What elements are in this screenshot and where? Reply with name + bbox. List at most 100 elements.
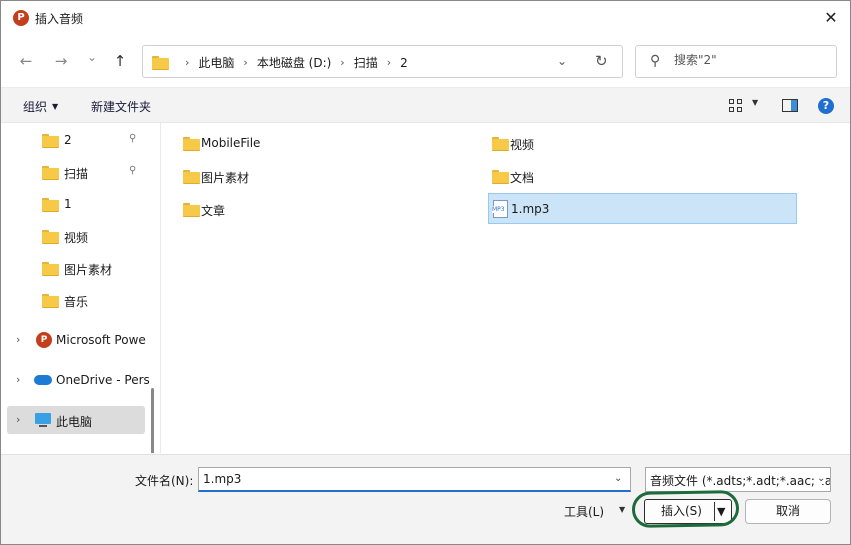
close-button[interactable]: ✕ (820, 7, 842, 29)
sidebar-item-network[interactable]: › 网络 (7, 446, 145, 453)
chevron-right-icon: › (16, 413, 21, 426)
sidebar-item-video[interactable]: 视频 (7, 222, 145, 250)
computer-icon (35, 413, 51, 427)
folder-icon (42, 230, 59, 244)
chevron-down-icon: ⌄ (814, 473, 826, 484)
grid-icon (729, 107, 734, 112)
folder-icon (183, 203, 200, 217)
list-item-selected[interactable]: 1.mp3 (488, 193, 797, 224)
up-button[interactable]: ↑ (109, 50, 131, 72)
navigation-pane: 2 ⚲ 扫描 ⚲ 1 视频 图片素材 音乐 › P Microsoft Powe (1, 123, 159, 453)
new-folder-button[interactable]: 新建文件夹 (91, 98, 151, 115)
file-name: 1.mp3 (511, 202, 550, 216)
caret-down-icon[interactable]: ▼ (717, 500, 725, 523)
forward-arrow-icon: → (54, 52, 68, 70)
tools-button[interactable]: 工具(L) (564, 503, 604, 520)
pin-icon: ⚲ (129, 133, 137, 144)
address-bar[interactable]: › 此电脑 › 本地磁盘 (D:) › 扫描 › 2 ⌄ ↻ (142, 45, 623, 78)
refresh-button[interactable]: ↻ (595, 52, 608, 70)
recent-locations-button[interactable]: ⌄ (81, 46, 103, 68)
folder-icon (42, 262, 59, 276)
folder-icon (183, 170, 200, 184)
chevron-right-icon: › (16, 373, 21, 386)
list-item[interactable]: 图片素材 (161, 161, 471, 192)
filename-field[interactable]: 1.mp3 ⌄ (198, 467, 631, 492)
sidebar-item-label: 音乐 (64, 295, 89, 309)
file-name: 文档 (510, 171, 535, 185)
search-box[interactable]: ⚲ (635, 45, 837, 78)
breadcrumb: › 此电脑 › 本地磁盘 (D:) › 扫描 › 2 (176, 54, 408, 71)
grid-icon (737, 107, 742, 112)
insert-label: 插入(S) (661, 504, 702, 518)
sidebar-item-this-pc[interactable]: › 此电脑 (7, 406, 145, 434)
organize-button[interactable]: 组织 ▼ (23, 98, 58, 115)
filename-label: 文件名(N): (135, 474, 194, 488)
list-item[interactable]: 视频 (470, 128, 780, 159)
powerpoint-icon: P (13, 10, 29, 26)
search-icon: ⚲ (650, 53, 661, 69)
address-dropdown-button[interactable]: ⌄ (557, 54, 567, 68)
back-arrow-icon: ← (19, 52, 33, 70)
file-name: 视频 (510, 138, 535, 152)
sidebar-item-music[interactable]: 音乐 (7, 286, 145, 314)
breadcrumb-this-pc[interactable]: 此电脑 (198, 54, 234, 71)
dialog-footer: 文件名(N): 1.mp3 ⌄ 音频文件 (*.adts;*.adt;*.aac… (1, 454, 850, 544)
sidebar-item-microsoft-powerpoint[interactable]: › P Microsoft Powe (7, 326, 146, 354)
folder-icon (42, 294, 59, 308)
grid-icon (729, 99, 734, 104)
file-name: MobileFile (201, 136, 261, 150)
list-item[interactable]: MobileFile (161, 128, 471, 159)
pin-icon: ⚲ (129, 165, 137, 176)
folder-icon (152, 56, 169, 70)
sidebar-item-scan[interactable]: 扫描 ⚲ (7, 158, 145, 186)
refresh-icon: ↻ (595, 52, 608, 70)
preview-pane-button[interactable] (782, 99, 798, 112)
sidebar-item-label: 1 (64, 197, 72, 211)
help-button[interactable]: ? (818, 98, 834, 114)
folder-icon (42, 134, 59, 148)
organize-label: 组织 (23, 100, 48, 114)
list-item[interactable]: 文章 (161, 194, 471, 225)
breadcrumb-separator: › (386, 56, 392, 69)
sidebar-item-onedrive[interactable]: › OneDrive - Pers (7, 366, 150, 394)
sidebar-item-label: 2 (64, 133, 72, 147)
folder-icon (183, 137, 200, 151)
chevron-down-icon: ⌄ (557, 54, 568, 68)
breadcrumb-local-disk[interactable]: 本地磁盘 (D:) (257, 54, 331, 71)
chevron-down-icon[interactable]: ⌄ (614, 473, 622, 484)
sidebar-item-1[interactable]: 1 (7, 190, 145, 218)
sidebar-scrollbar[interactable] (151, 388, 154, 453)
cancel-button[interactable]: 取消 (745, 499, 831, 524)
file-name: 文章 (201, 204, 226, 218)
back-button[interactable]: ← (15, 50, 37, 72)
filename-value: 1.mp3 (203, 472, 242, 486)
sidebar-item-images[interactable]: 图片素材 (7, 254, 145, 282)
sidebar-item-label: 图片素材 (64, 263, 113, 277)
sidebar-item-2[interactable]: 2 ⚲ (7, 126, 145, 154)
powerpoint-icon: P (36, 332, 52, 348)
file-list: MobileFile 视频 图片素材 文档 文章 1.mp3 (160, 123, 850, 453)
insert-button[interactable]: 插入(S) ▼ (644, 499, 732, 524)
caret-down-icon[interactable]: ▼ (619, 505, 625, 514)
list-item[interactable]: 文档 (470, 161, 780, 192)
search-input[interactable] (674, 53, 824, 67)
view-dropdown-button[interactable]: ▼ (752, 98, 758, 107)
navigation-bar: ← → ⌄ ↑ › 此电脑 › 本地磁盘 (D:) › 扫描 › 2 ⌄ ↻ ⚲ (1, 35, 850, 87)
file-type-value: 音频文件 (*.adts;*.adt;*.aac;*.a (650, 474, 831, 488)
audio-file-icon (492, 200, 508, 218)
file-name: 图片素材 (201, 171, 250, 185)
command-toolbar: 组织 ▼ 新建文件夹 ▼ ? (1, 87, 850, 123)
breadcrumb-separator: › (243, 56, 248, 69)
forward-button[interactable]: → (50, 50, 72, 72)
insert-audio-dialog: P 插入音频 ✕ ← → ⌄ ↑ › 此电脑 › 本地磁盘 (D:) › 扫描 … (0, 0, 851, 545)
view-options-button[interactable] (729, 99, 743, 113)
folder-icon (492, 170, 509, 184)
breadcrumb-2[interactable]: 2 (400, 56, 408, 70)
chevron-right-icon: › (16, 333, 21, 346)
file-type-filter[interactable]: 音频文件 (*.adts;*.adt;*.aac;*.a ⌄ (645, 467, 831, 492)
split-divider (714, 502, 715, 521)
breadcrumb-separator: › (340, 56, 345, 69)
sidebar-item-label: 扫描 (64, 167, 89, 181)
breadcrumb-separator: › (185, 56, 190, 69)
breadcrumb-scan[interactable]: 扫描 (354, 54, 378, 71)
